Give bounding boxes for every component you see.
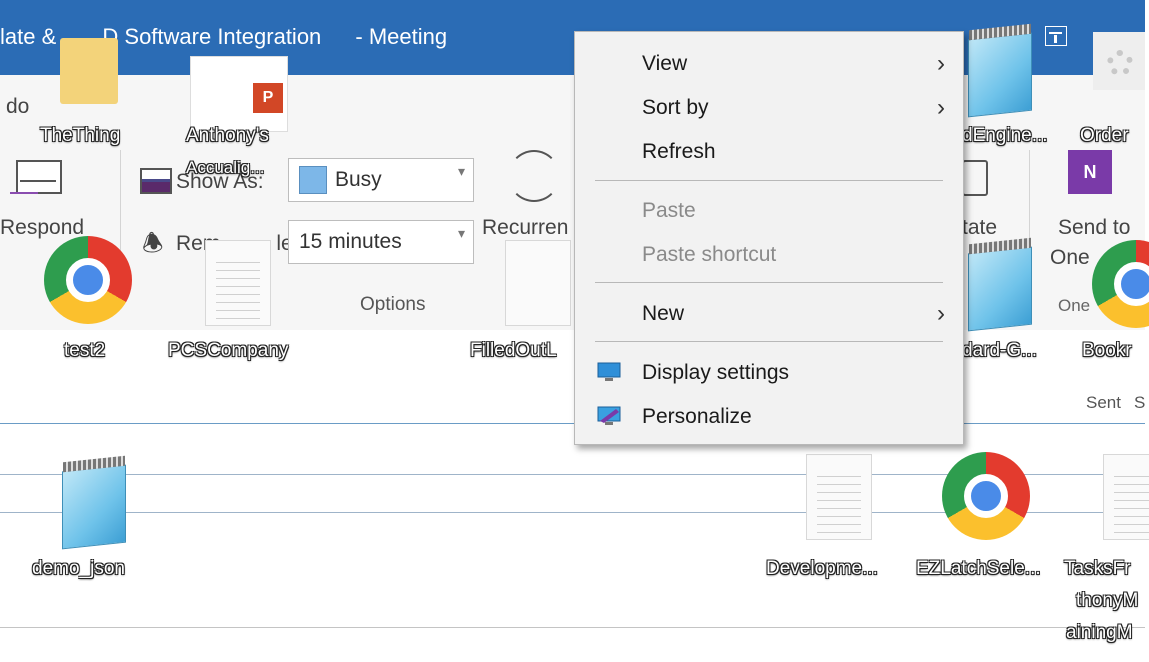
desktop-context-menu: View › Sort by › Refresh Paste Paste sho… [574,31,964,445]
gear-icon[interactable] [1093,32,1145,90]
menu-item-label: Sort by [642,96,709,119]
desktop-icon-label[interactable]: Developme... [766,558,878,580]
notepad-icon[interactable] [968,32,1032,118]
menu-item-refresh[interactable]: Refresh [575,130,963,172]
chrome-icon[interactable] [44,236,132,324]
notepad-icon[interactable] [62,464,126,550]
send-to-onenote-button[interactable]: Send to [1058,216,1130,240]
menu-item-new[interactable]: New › [575,292,963,334]
bell-icon: 🕭 [142,230,164,257]
desktop-icon-label-line2: thonyM [1076,590,1139,611]
document-icon[interactable] [806,454,872,540]
show-as-value: Busy [335,168,382,191]
menu-separator [595,180,943,181]
options-group-label: Options [360,294,426,315]
powerpoint-icon[interactable]: P [190,56,288,132]
personalize-icon [596,405,622,427]
chevron-down-icon: ▾ [457,163,465,179]
desktop-icon-label[interactable]: demo_json [32,558,125,580]
desktop-icon-label[interactable]: TheThing [40,125,120,147]
tate-button[interactable]: tate [962,216,997,240]
desktop-icon-label[interactable]: dEngine... [962,125,1048,147]
desktop-icon-label[interactable]: Order [1080,125,1129,147]
menu-item-label: Personalize [642,405,752,428]
menu-item-sort-by[interactable]: Sort by › [575,86,963,128]
show-as-icon [140,168,172,194]
menu-item-label: Paste [642,199,696,222]
menu-item-label: Paste shortcut [642,243,777,266]
send-to-onenote-line2: One [1050,246,1090,269]
desktop-icon-label-line2: Accualig... [186,158,265,177]
ribbon-display-options-icon[interactable] [1045,26,1067,46]
menu-separator [595,282,943,283]
show-as-dropdown[interactable]: Busy ▾ [288,158,474,202]
desktop-icon-label-line3: ainingM [1066,622,1133,643]
reply-arrow-icon [10,192,38,194]
recurrence-icon[interactable] [508,150,560,202]
chevron-down-icon: ▾ [457,225,465,241]
chrome-icon[interactable] [942,452,1030,540]
document-icon[interactable] [205,240,271,326]
desktop-icon-label[interactable]: PCSCompany [168,340,288,362]
notepad-icon[interactable] [968,246,1032,332]
onenote-icon: N [1068,150,1112,194]
reminder-value: 15 minutes [299,230,402,253]
device-icon [962,160,988,196]
menu-separator [595,341,943,342]
ribbon-group-divider [120,150,121,260]
divider-line [0,627,1145,628]
desktop-icon-label[interactable]: Bookr [1082,340,1132,362]
chevron-right-icon: › [937,300,945,327]
envelope-icon[interactable] [16,160,62,194]
menu-item-paste[interactable]: Paste [575,189,963,231]
desktop-icon-label[interactable]: Anthony's [186,125,269,147]
desktop-icon-label[interactable]: TasksFr [1064,558,1131,580]
menu-item-label: View [642,52,688,75]
document-icon[interactable] [505,240,571,326]
title-part-left: late & [0,24,57,49]
desktop-icon-label[interactable]: dard-G... [962,340,1037,362]
title-part-right: - Meeting [355,24,448,49]
divider-line [0,423,1145,424]
menu-item-paste-shortcut[interactable]: Paste shortcut [575,233,963,275]
menu-item-personalize[interactable]: Personalize [575,395,963,437]
chevron-right-icon: › [937,94,945,121]
menu-item-view[interactable]: View › [575,42,963,84]
document-icon[interactable] [1103,454,1149,540]
desktop-icon-label[interactable]: test2 [64,340,105,362]
menu-item-display-settings[interactable]: Display settings [575,351,963,393]
sent-column-header[interactable]: Sent [1086,393,1121,413]
busy-swatch [299,166,327,194]
desktop-icon-label[interactable]: FilledOutL [470,340,557,362]
desktop-icon-label[interactable]: EZLatchSele... [916,558,1041,580]
reminder-dropdown[interactable]: 15 minutes ▾ [288,220,474,264]
onenote-group-label: One [1058,296,1091,315]
size-column-header[interactable]: S [1134,393,1145,413]
todo-label: do [6,95,30,118]
respond-button[interactable]: Respond [0,216,84,240]
menu-item-label: Refresh [642,140,716,163]
display-settings-icon [596,361,622,383]
recurrence-button[interactable]: Recurren [482,216,568,240]
chevron-right-icon: › [937,50,945,77]
menu-item-label: New [642,302,685,325]
folder-icon[interactable] [60,38,118,104]
menu-item-label: Display settings [642,361,790,384]
title-part-mid: D Software Integration [102,24,322,49]
